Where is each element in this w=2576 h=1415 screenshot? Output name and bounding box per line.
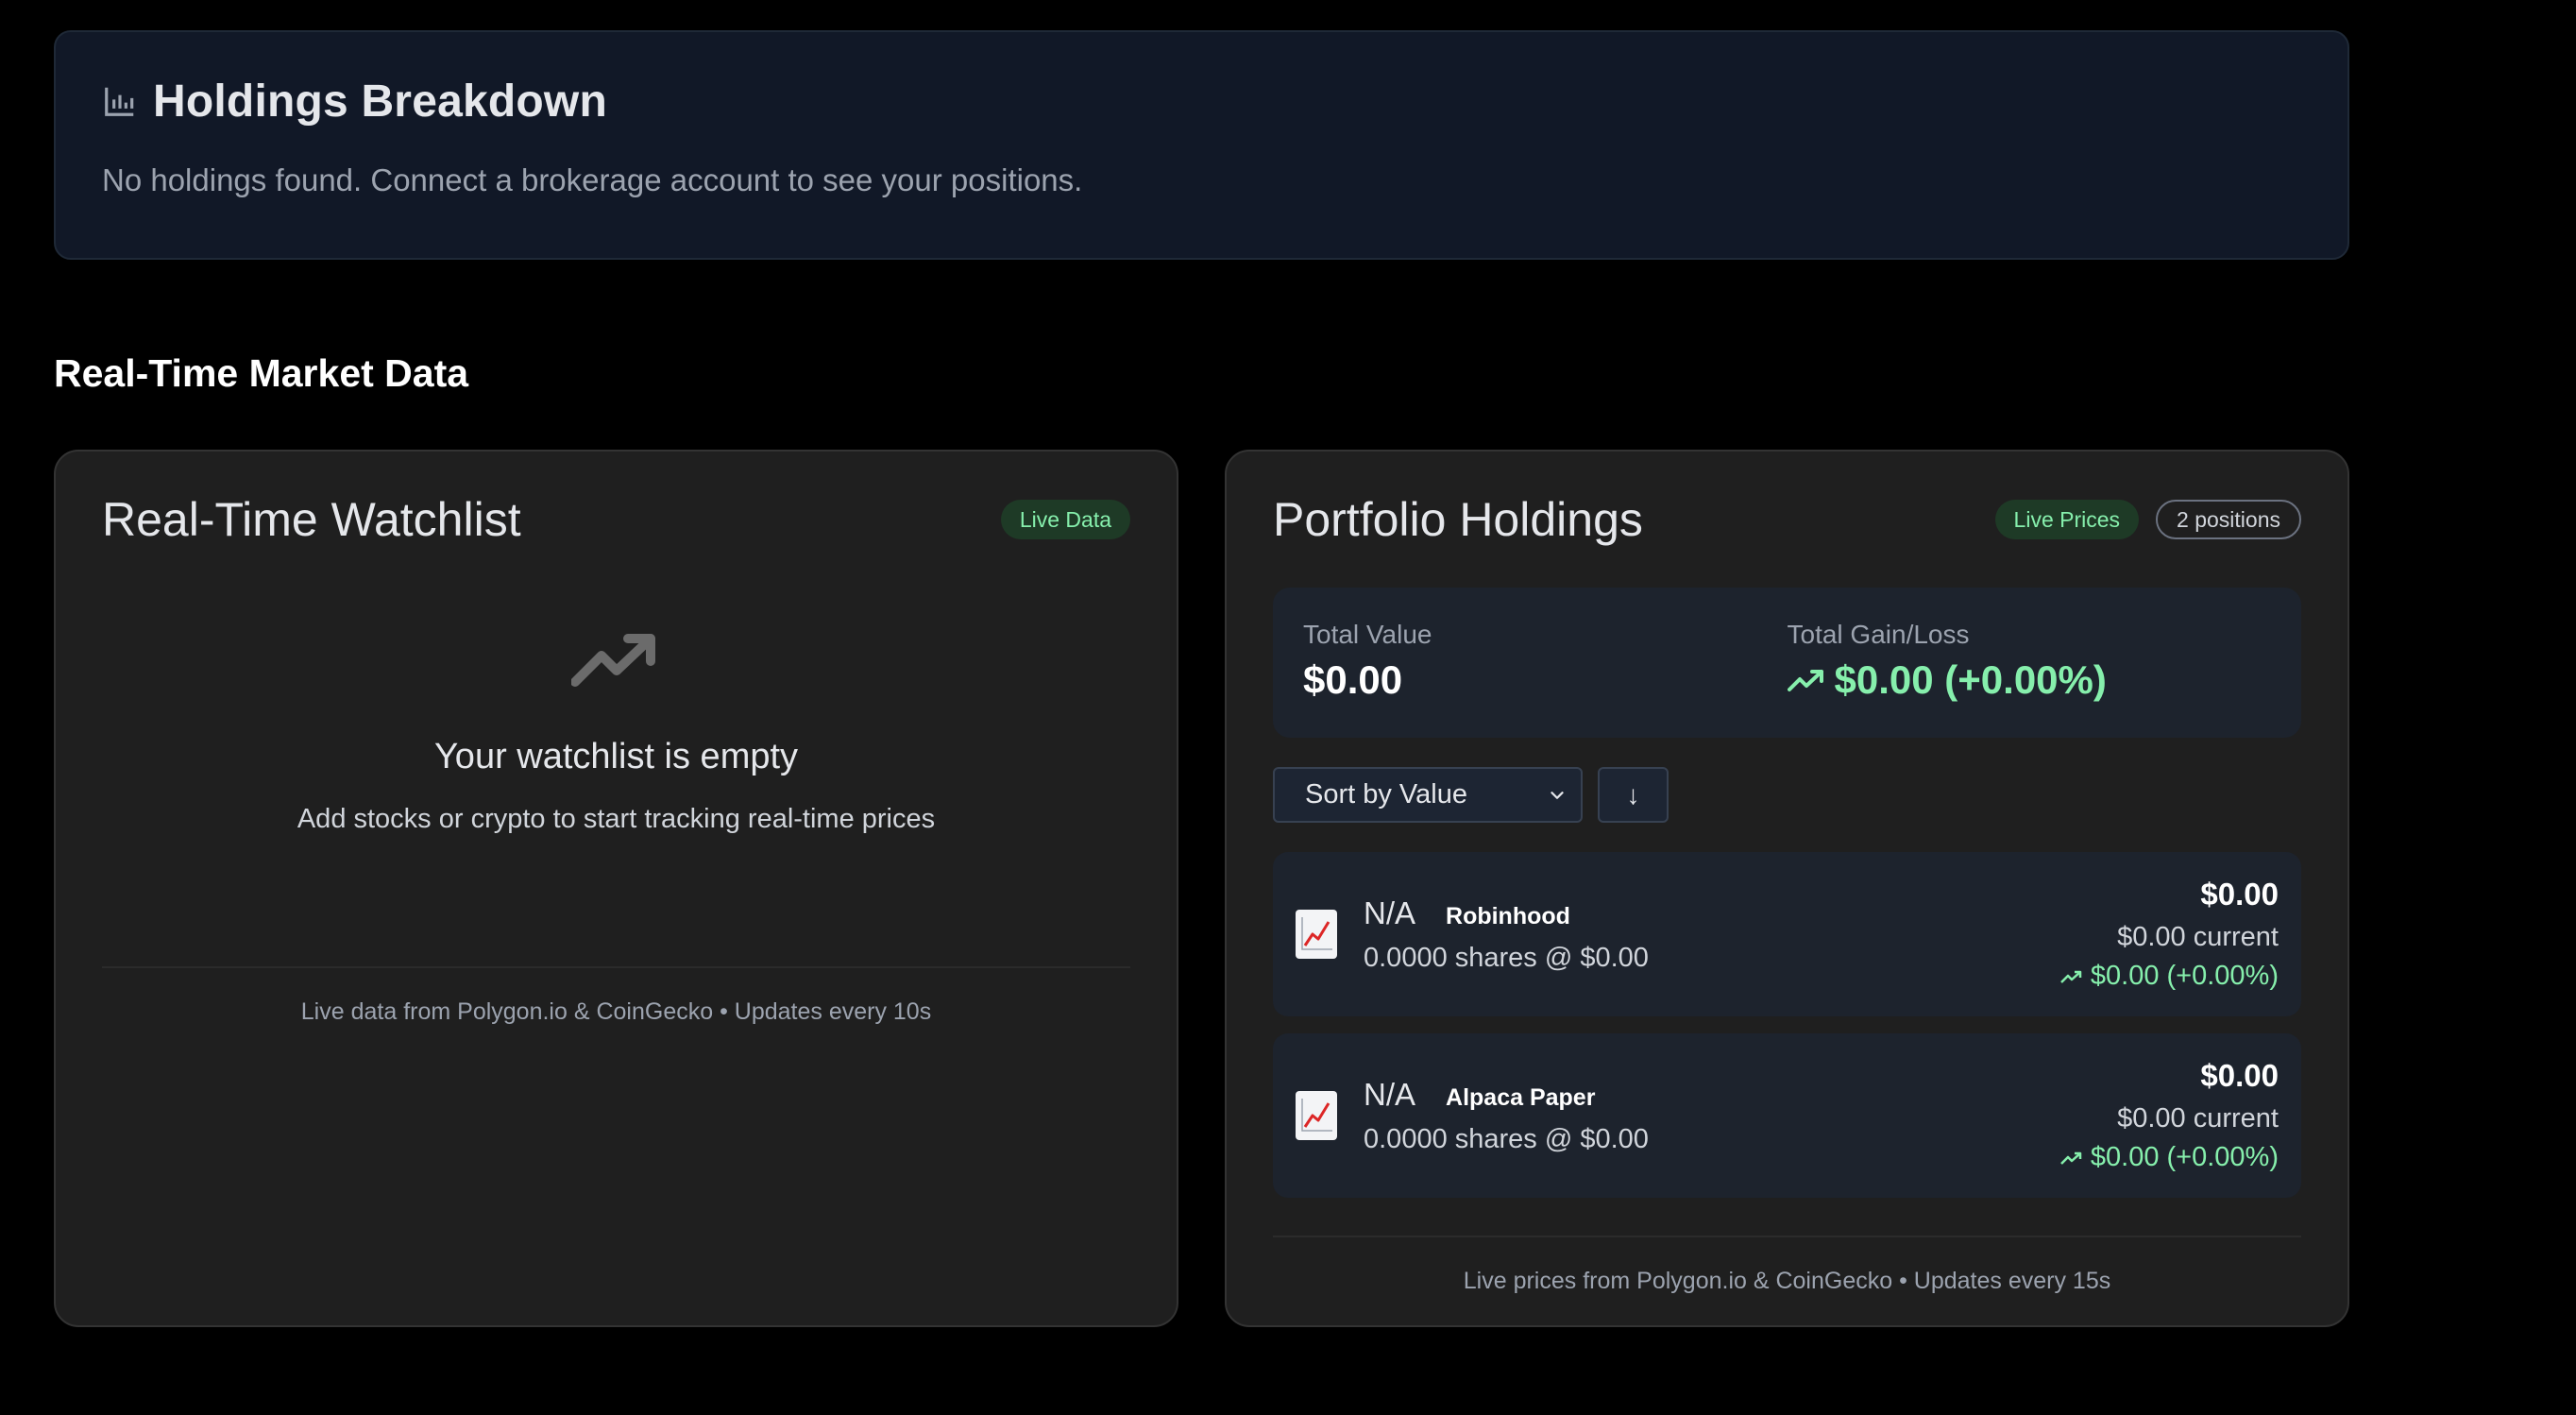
portfolio-summary: Total Value $0.00 Total Gain/Loss $0.00 …	[1273, 588, 2301, 738]
holding-title: N/A Robinhood	[1364, 895, 2060, 931]
holding-change-amount: $0.00 (+0.00%)	[2090, 961, 2279, 991]
holding-values: $0.00 $0.00 current $0.00 (+0.00%)	[2060, 877, 2279, 992]
live-data-badge: Live Data	[1000, 500, 1130, 539]
total-gain-amount: $0.00 (+0.00%)	[1834, 657, 2107, 702]
watchlist-empty-subtitle: Add stocks or crypto to start tracking r…	[297, 804, 936, 834]
holdings-breakdown-card: Holdings Breakdown No holdings found. Co…	[54, 30, 2349, 260]
total-gain-block: Total Gain/Loss $0.00 (+0.00%)	[1787, 620, 2272, 706]
holding-info: N/A Robinhood 0.0000 shares @ $0.00	[1364, 895, 2060, 974]
holding-row[interactable]: N/A Robinhood 0.0000 shares @ $0.00 $0.0…	[1273, 852, 2301, 1016]
positions-count-badge: 2 positions	[2156, 500, 2301, 539]
live-prices-badge: Live Prices	[1994, 500, 2140, 539]
holding-shares: 0.0000 shares @ $0.00	[1364, 942, 1649, 973]
total-value-block: Total Value $0.00	[1303, 620, 1788, 706]
watchlist-title: Real-Time Watchlist	[102, 493, 521, 546]
total-value-label: Total Value	[1303, 620, 1432, 649]
holding-value: $0.00	[2200, 1058, 2279, 1093]
breakdown-header: Holdings Breakdown	[102, 72, 2301, 130]
breakdown-title: Holdings Breakdown	[153, 76, 607, 127]
holding-title: N/A Alpaca Paper	[1364, 1077, 2060, 1113]
holding-broker: Robinhood	[1446, 902, 1570, 929]
holdings-list: N/A Robinhood 0.0000 shares @ $0.00 $0.0…	[1273, 852, 2301, 1198]
holding-change-amount: $0.00 (+0.00%)	[2090, 1142, 2279, 1172]
chart-increasing-icon	[1296, 910, 1337, 959]
holding-broker: Alpaca Paper	[1446, 1083, 1596, 1111]
holding-value: $0.00	[2200, 877, 2279, 912]
section-title: Real-Time Market Data	[54, 351, 469, 395]
total-value-amount: $0.00	[1303, 657, 1403, 702]
trending-up-icon	[2060, 1151, 2082, 1165]
holding-ticker: N/A	[1364, 1076, 1416, 1112]
trending-up-icon	[1787, 670, 1823, 691]
holding-current: $0.00 current	[2117, 1103, 2279, 1134]
chart-increasing-icon	[1296, 1091, 1337, 1140]
holding-shares: 0.0000 shares @ $0.00	[1364, 1123, 1649, 1154]
portfolio-footer: Live prices from Polygon.io & CoinGecko …	[1273, 1236, 2301, 1295]
bar-chart-icon	[105, 87, 134, 116]
chevron-down-icon	[1551, 791, 1564, 799]
portfolio-header: Portfolio Holdings Live Prices 2 positio…	[1273, 493, 2301, 546]
holding-info: N/A Alpaca Paper 0.0000 shares @ $0.00	[1364, 1077, 2060, 1155]
portfolio-title: Portfolio Holdings	[1273, 493, 1643, 546]
trending-up-icon	[2060, 970, 2082, 983]
watchlist-empty-title: Your watchlist is empty	[433, 737, 799, 776]
watchlist-panel: Real-Time Watchlist Live Data Your watch…	[54, 450, 1178, 1327]
watchlist-empty-state: Your watchlist is empty Add stocks or cr…	[102, 633, 1130, 835]
holding-current: $0.00 current	[2117, 922, 2279, 952]
total-gain: $0.00 (+0.00%)	[1787, 657, 2272, 703]
sort-direction-button[interactable]: ↓	[1598, 767, 1669, 823]
holding-ticker: N/A	[1364, 895, 1416, 930]
arrow-down-icon: ↓	[1626, 779, 1640, 810]
total-gain-label: Total Gain/Loss	[1787, 620, 1970, 649]
breakdown-empty-message: No holdings found. Connect a brokerage a…	[102, 162, 1083, 197]
sort-select-value: Sort by Value	[1305, 779, 1467, 810]
holding-values: $0.00 $0.00 current $0.00 (+0.00%)	[2060, 1058, 2279, 1173]
watchlist-header: Real-Time Watchlist Live Data	[102, 493, 1130, 546]
holding-change: $0.00 (+0.00%)	[2060, 961, 2279, 992]
sort-controls: Sort by Value ↓	[1273, 767, 2301, 823]
holding-row[interactable]: N/A Alpaca Paper 0.0000 shares @ $0.00 $…	[1273, 1033, 2301, 1198]
holding-change: $0.00 (+0.00%)	[2060, 1142, 2279, 1173]
total-value: $0.00	[1303, 657, 1788, 703]
portfolio-panel: Portfolio Holdings Live Prices 2 positio…	[1225, 450, 2349, 1327]
portfolio-badges: Live Prices 2 positions	[1994, 500, 2301, 539]
sort-select[interactable]: Sort by Value	[1273, 767, 1583, 823]
watchlist-footer: Live data from Polygon.io & CoinGecko • …	[102, 966, 1130, 1026]
trending-up-icon	[570, 634, 655, 687]
